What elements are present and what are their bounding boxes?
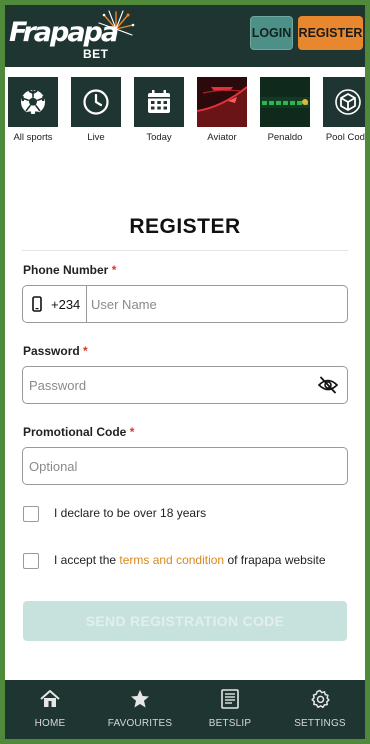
category-live[interactable]: Live	[68, 77, 124, 143]
category-penaldo[interactable]: Penaldo	[257, 77, 313, 143]
phone-field[interactable]: +234	[22, 285, 348, 323]
password-input[interactable]	[29, 367, 309, 403]
country-code-prefix[interactable]: +234	[23, 286, 87, 322]
terms-text: I accept the terms and condition of frap…	[54, 553, 326, 567]
category-tile	[260, 77, 310, 127]
soccer-ball-icon	[21, 89, 45, 115]
cube-icon	[335, 89, 361, 115]
register-button[interactable]: REGISTER	[298, 16, 363, 50]
betslip-icon	[221, 689, 239, 709]
send-registration-code-button[interactable]: SEND REGISTRATION CODE	[23, 601, 347, 641]
required-marker: *	[83, 344, 88, 358]
promo-code-label: Promotional Code *	[23, 425, 134, 439]
category-tile	[323, 77, 365, 127]
phone-input[interactable]	[91, 286, 341, 322]
nav-favourites[interactable]: FAVOURITES	[95, 680, 185, 739]
app-frame: Frapapa BET LOGIN REGISTER All sports Li…	[5, 5, 365, 739]
brand-wordmark: Frapapa	[9, 17, 119, 48]
mobile-phone-icon	[32, 296, 42, 312]
page-title: REGISTER	[129, 215, 241, 238]
category-tile	[71, 77, 121, 127]
age-declaration-text: I declare to be over 18 years	[54, 506, 207, 520]
terms-suffix: of frapapa website	[224, 553, 326, 567]
phone-label: Phone Number *	[23, 263, 116, 277]
title-divider	[22, 250, 348, 251]
required-marker: *	[129, 425, 135, 439]
star-icon	[131, 690, 149, 708]
promo-code-input[interactable]	[29, 448, 339, 484]
category-label: Live	[87, 132, 105, 143]
age-checkbox[interactable]	[23, 506, 39, 522]
nav-label: SETTINGS	[294, 718, 346, 729]
category-strip[interactable]: All sports Live Today Aviator Penaldo Po…	[5, 67, 365, 153]
login-button[interactable]: LOGIN	[250, 16, 293, 50]
nav-settings[interactable]: SETTINGS	[275, 680, 365, 739]
nav-home[interactable]: HOME	[5, 680, 95, 739]
category-label: Pool Code	[325, 132, 365, 143]
terms-checkbox[interactable]	[23, 553, 39, 569]
category-tile	[134, 77, 184, 127]
nav-label: HOME	[34, 718, 66, 729]
category-tile	[8, 77, 58, 127]
country-code: +234	[51, 296, 81, 312]
penaldo-game-image	[260, 77, 310, 127]
category-label: Penaldo	[267, 132, 303, 143]
promo-code-field[interactable]	[22, 447, 348, 485]
promo-label-text: Promotional Code	[23, 425, 127, 439]
gear-icon	[311, 689, 330, 709]
nav-label: FAVOURITES	[107, 718, 173, 729]
bottom-navigation: HOME FAVOURITES BETSLIP SETTINGS	[5, 680, 365, 739]
aviator-game-image	[197, 77, 247, 127]
clock-icon	[83, 89, 109, 115]
category-label: Aviator	[207, 132, 237, 143]
nav-label: BETSLIP	[208, 718, 252, 729]
category-label: All sports	[13, 132, 53, 143]
category-aviator[interactable]: Aviator	[194, 77, 250, 143]
phone-label-text: Phone Number	[23, 263, 109, 277]
terms-prefix: I accept the	[54, 553, 120, 567]
password-field[interactable]	[22, 366, 348, 404]
calendar-icon	[148, 90, 170, 113]
eye-slash-icon[interactable]	[318, 376, 338, 394]
category-pool-code[interactable]: Pool Code	[320, 77, 365, 143]
category-label: Today	[146, 132, 172, 143]
terms-link[interactable]: terms and condition	[119, 553, 224, 567]
top-header: Frapapa BET LOGIN REGISTER	[5, 5, 365, 67]
nav-betslip[interactable]: BETSLIP	[185, 680, 275, 739]
home-icon	[40, 690, 60, 707]
password-label: Password *	[23, 344, 88, 358]
brand-subtitle: BET	[83, 47, 109, 61]
password-label-text: Password	[23, 344, 80, 358]
category-all-sports[interactable]: All sports	[5, 77, 61, 143]
category-tile	[197, 77, 247, 127]
required-marker: *	[111, 263, 117, 277]
frapapa-logo[interactable]: Frapapa BET	[9, 9, 137, 63]
category-today[interactable]: Today	[131, 77, 187, 143]
